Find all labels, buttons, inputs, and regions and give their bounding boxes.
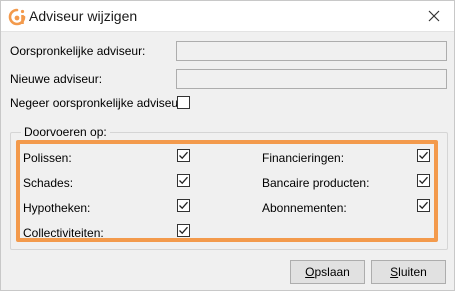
checkmark-icon <box>419 151 428 160</box>
close-button-label: luiten <box>398 265 427 279</box>
option-label-collectiviteiten: Collectiviteiten: <box>23 226 104 240</box>
logo-icon <box>8 8 26 26</box>
option-label-schades: Schades: <box>23 176 74 190</box>
save-button-label: pslaan <box>314 265 350 279</box>
option-checkbox-bancaire-producten[interactable] <box>417 174 430 187</box>
new-advisor-label: Nieuwe adviseur: <box>10 72 103 86</box>
option-checkbox-collectiviteiten[interactable] <box>177 224 190 237</box>
checkmark-icon <box>179 176 188 185</box>
original-advisor-field[interactable] <box>176 41 447 61</box>
apply-to-group-title: Doorvoeren op: <box>21 125 110 139</box>
ignore-original-checkbox[interactable] <box>177 96 190 109</box>
checkmark-icon <box>419 201 428 210</box>
close-dialog-button[interactable]: Sluiten <box>371 260 446 284</box>
dialog-window: Adviseur wijzigen Oorspronkelijke advise… <box>0 0 455 291</box>
checkmark-icon <box>179 201 188 210</box>
option-label-financieringen: Financieringen: <box>262 151 345 165</box>
window-title: Adviseur wijzigen <box>29 8 138 24</box>
checkmark-icon <box>179 226 188 235</box>
option-checkbox-financieringen[interactable] <box>417 149 430 162</box>
new-advisor-field[interactable] <box>176 69 447 89</box>
ignore-original-label: Negeer oorspronkelijke adviseur: <box>10 96 186 110</box>
close-button[interactable] <box>419 4 449 28</box>
option-checkbox-abonnementen[interactable] <box>417 199 430 212</box>
save-button[interactable]: Opslaan <box>290 260 365 284</box>
option-label-polissen: Polissen: <box>23 151 72 165</box>
option-label-hypotheken: Hypotheken: <box>23 201 91 215</box>
close-icon <box>428 10 440 22</box>
close-button-accelerator: S <box>390 265 399 279</box>
checkmark-icon <box>419 176 428 185</box>
save-button-accelerator: O <box>305 265 315 279</box>
option-label-abonnementen: Abonnementen: <box>262 201 347 215</box>
option-checkbox-schades[interactable] <box>177 174 190 187</box>
title-bar: Adviseur wijzigen <box>1 1 454 32</box>
checkmark-icon <box>179 151 188 160</box>
original-advisor-label: Oorspronkelijke adviseur: <box>10 44 146 58</box>
option-checkbox-hypotheken[interactable] <box>177 199 190 212</box>
option-checkbox-polissen[interactable] <box>177 149 190 162</box>
option-label-bancaire-producten: Bancaire producten: <box>262 176 370 190</box>
